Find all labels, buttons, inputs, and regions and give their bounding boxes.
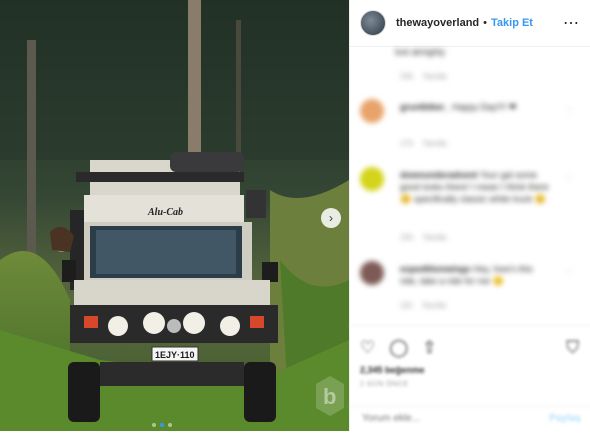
post-header: thewayoverland • Takip Et ⋯ bbox=[350, 0, 590, 47]
next-image-button[interactable]: › bbox=[321, 208, 341, 228]
watermark-logo: b bbox=[316, 376, 344, 416]
commenter-name[interactable]: gruntbiker_ bbox=[400, 102, 450, 112]
comment-meta: 11h Yanıtla bbox=[400, 301, 446, 310]
comment-fragment: lost almighty bbox=[395, 47, 446, 57]
reply-link[interactable]: Yanıtla bbox=[422, 301, 446, 310]
commenter-avatar[interactable] bbox=[360, 99, 384, 123]
header-separator: • bbox=[483, 17, 487, 29]
comment-time: 11h bbox=[400, 301, 413, 310]
offroad-vehicle-image: Alu-Cab 1EJY·110 bbox=[0, 0, 349, 431]
save-icon[interactable]: ⛉ bbox=[566, 338, 579, 358]
post-comment-button[interactable]: Paylaş bbox=[549, 413, 581, 424]
author-avatar[interactable] bbox=[360, 10, 386, 36]
comment-input[interactable] bbox=[360, 412, 534, 425]
comment-time: 24h bbox=[400, 72, 414, 81]
reply-link[interactable]: Yanıtla bbox=[422, 139, 446, 148]
add-comment-bar: Paylaş bbox=[350, 406, 590, 433]
comment-text: downunderadvent Your gal some good looks… bbox=[400, 169, 550, 205]
license-plate-text: 1EJY·110 bbox=[155, 350, 195, 360]
commenter-avatar[interactable] bbox=[360, 167, 384, 191]
carousel-dot[interactable] bbox=[168, 423, 172, 427]
comment-body: Happy Day!!!! ❤ bbox=[452, 102, 517, 112]
comment-icon[interactable]: ◯ bbox=[389, 338, 408, 358]
author-username[interactable]: thewayoverland bbox=[396, 17, 479, 29]
like-icon[interactable]: ♡ bbox=[360, 338, 375, 358]
commenter-name[interactable]: downunderadvent bbox=[400, 170, 478, 180]
commenter-name[interactable]: expeditionwings bbox=[400, 264, 471, 274]
likes-count[interactable]: 2,345 beğenme bbox=[360, 365, 425, 375]
post-time: 2 GÜN ÖNCE bbox=[360, 381, 409, 388]
action-icons: ♡ ◯ ⇧ bbox=[360, 338, 437, 358]
comment-like-icon[interactable]: ♡ bbox=[566, 105, 574, 116]
comment-meta: 17h Yanıtla bbox=[400, 139, 446, 148]
comment-like-icon[interactable]: ♡ bbox=[566, 267, 574, 278]
carousel-dot-active[interactable] bbox=[160, 423, 164, 427]
carousel-dot[interactable] bbox=[152, 423, 156, 427]
post-photo[interactable]: Alu-Cab 1EJY·110 › b bbox=[0, 0, 349, 431]
vehicle-brand-text: Alu-Cab bbox=[147, 207, 183, 218]
comment-text: gruntbiker_ Happy Day!!!! ❤ bbox=[400, 101, 550, 113]
reply-link[interactable]: Yanıtla bbox=[422, 233, 446, 242]
comment-meta: 15h Yanıtla bbox=[400, 233, 446, 242]
share-icon[interactable]: ⇧ bbox=[422, 338, 436, 358]
post-side-panel: thewayoverland • Takip Et ⋯ lost almight… bbox=[349, 0, 590, 431]
post-actions: ♡ ◯ ⇧ ⛉ 2,345 beğenme 2 GÜN ÖNCE Paylaş bbox=[350, 325, 590, 432]
watermark-letter: b bbox=[323, 384, 336, 409]
commenter-avatar[interactable] bbox=[360, 261, 384, 285]
comment-meta: 24h Yanıtla bbox=[400, 72, 446, 81]
comments-list[interactable]: lost almighty 24h Yanıtla gruntbiker_ Ha… bbox=[350, 47, 590, 325]
more-options-icon[interactable]: ⋯ bbox=[563, 13, 580, 33]
comment-time: 15h bbox=[400, 233, 414, 242]
carousel-dots bbox=[152, 423, 172, 427]
follow-button[interactable]: Takip Et bbox=[491, 17, 533, 29]
reply-link[interactable]: Yanıtla bbox=[422, 72, 446, 81]
comment-text: expeditionwings Hey, how's this ride, ta… bbox=[400, 263, 550, 287]
comment-time: 17h bbox=[400, 139, 414, 148]
comment-like-icon[interactable]: ♡ bbox=[566, 173, 574, 184]
